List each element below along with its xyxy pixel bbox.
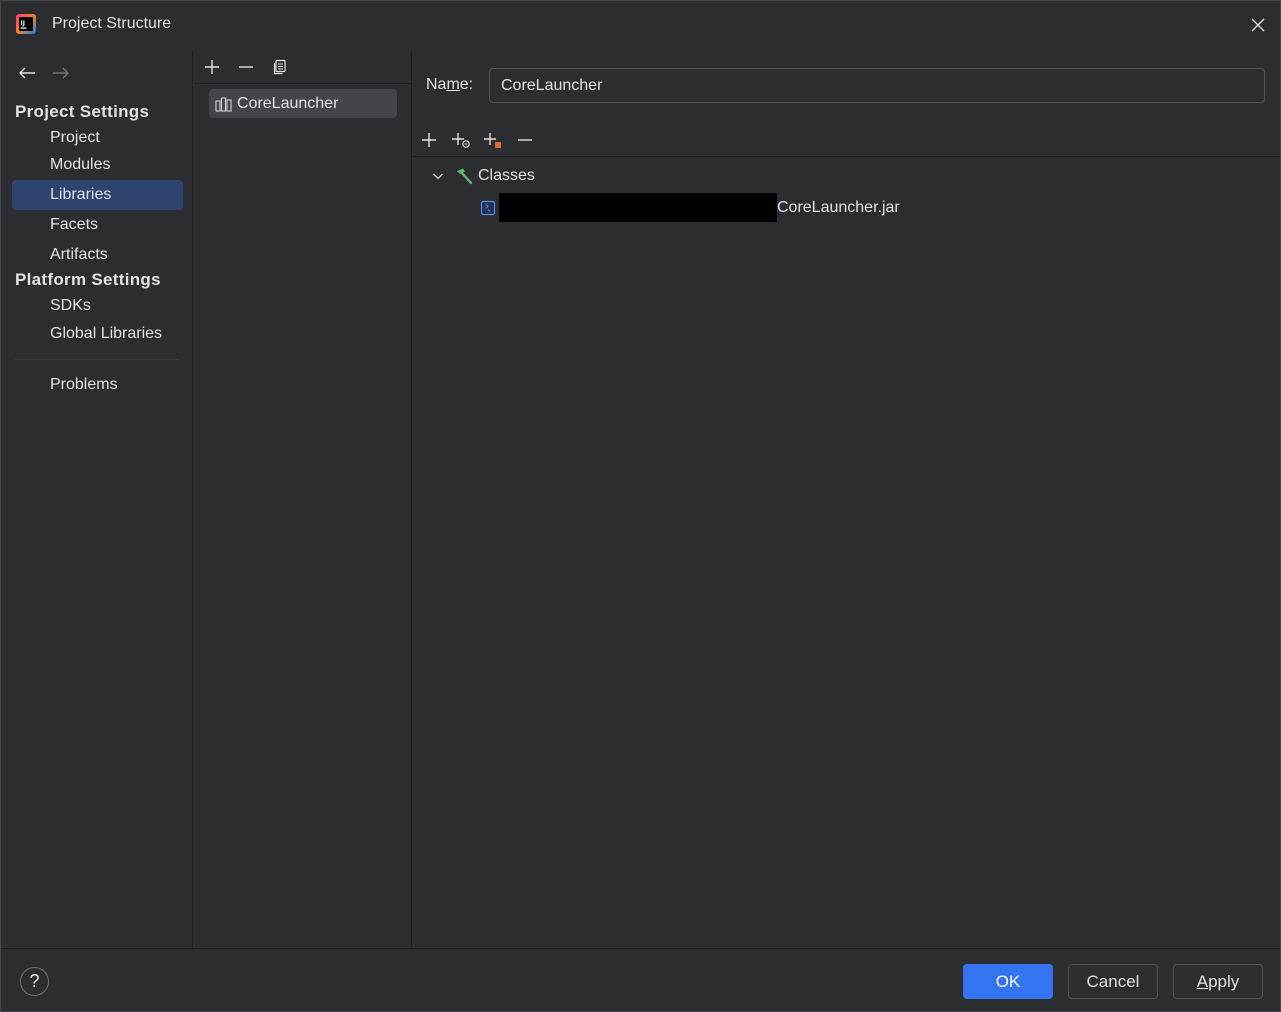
libraries-list-panel: CoreLauncher xyxy=(194,51,412,948)
classes-toolbar xyxy=(419,130,535,150)
title-bar: IJ Project Structure xyxy=(1,1,1280,51)
project-settings-heading: Project Settings xyxy=(15,102,150,121)
forward-arrow-icon xyxy=(53,67,69,79)
add-icon xyxy=(205,60,219,74)
sidebar-item-artifacts[interactable]: Artifacts xyxy=(12,240,183,270)
classes-label: Classes xyxy=(478,167,535,184)
add-icon xyxy=(422,133,436,147)
libraries-toolbar xyxy=(202,57,290,77)
sidebar-item-project[interactable]: Project xyxy=(12,123,183,153)
close-icon xyxy=(1251,18,1265,32)
settings-sidebar: Project Settings Project Modules Librari… xyxy=(1,51,193,948)
svg-text:IJ: IJ xyxy=(21,20,25,27)
forward-button[interactable] xyxy=(51,63,71,83)
history-navigation xyxy=(17,63,71,83)
copy-library-button[interactable] xyxy=(270,57,290,77)
window-title: Project Structure xyxy=(52,15,172,32)
back-arrow-icon xyxy=(19,67,35,79)
jar-file-icon xyxy=(480,200,496,215)
add-root-button[interactable] xyxy=(419,130,439,150)
ok-button[interactable]: OK xyxy=(963,964,1053,999)
sidebar-item-problems[interactable]: Problems xyxy=(12,370,183,400)
app-logo-icon: IJ xyxy=(16,14,36,34)
sidebar-item-sdks[interactable]: SDKs xyxy=(12,291,183,321)
add-jar-button[interactable] xyxy=(451,130,471,150)
expand-chevron-icon[interactable] xyxy=(431,169,445,183)
remove-root-button[interactable] xyxy=(515,130,535,150)
apply-button[interactable]: Apply xyxy=(1173,964,1263,999)
cancel-button[interactable]: Cancel xyxy=(1068,964,1158,999)
remove-icon xyxy=(518,139,532,141)
sidebar-item-libraries[interactable]: Libraries xyxy=(12,180,183,210)
sidebar-item-modules[interactable]: Modules xyxy=(12,150,183,180)
project-structure-dialog: IJ Project Structure Project Settings Pr… xyxy=(0,0,1281,1012)
jar-file-label: CoreLauncher.jar xyxy=(777,198,900,216)
library-name: CoreLauncher xyxy=(237,94,339,112)
tree-node-classes[interactable]: Classes xyxy=(431,167,535,185)
add-jar-icon xyxy=(452,133,470,148)
classes-toolbar-divider xyxy=(413,156,1280,157)
sidebar-item-global-libraries[interactable]: Global Libraries xyxy=(12,319,183,349)
remove-icon xyxy=(239,66,253,68)
add-library-button[interactable] xyxy=(202,57,222,77)
library-detail-panel: Name: CoreLauncher Classes CoreLauncher.… xyxy=(413,51,1280,948)
copy-icon xyxy=(273,59,286,75)
dialog-footer: ? OK Cancel Apply xyxy=(1,948,1280,1011)
classes-hammer-icon xyxy=(457,168,473,185)
platform-settings-heading: Platform Settings xyxy=(15,270,161,289)
redacted-path xyxy=(499,193,777,222)
name-label: Name: xyxy=(426,76,474,93)
tree-node-jar[interactable]: CoreLauncher.jar xyxy=(480,193,900,222)
close-button[interactable] xyxy=(1246,13,1270,37)
sidebar-item-facets[interactable]: Facets xyxy=(12,210,183,240)
library-name-input[interactable] xyxy=(489,68,1265,103)
library-icon xyxy=(215,96,232,112)
back-button[interactable] xyxy=(17,63,37,83)
remove-library-button[interactable] xyxy=(236,57,256,77)
add-special-icon xyxy=(484,133,501,148)
sidebar-divider xyxy=(15,359,179,360)
add-special-root-button[interactable] xyxy=(483,130,503,150)
libraries-toolbar-divider xyxy=(194,83,412,84)
library-list-item[interactable]: CoreLauncher xyxy=(209,89,397,118)
help-button[interactable]: ? xyxy=(20,967,49,996)
